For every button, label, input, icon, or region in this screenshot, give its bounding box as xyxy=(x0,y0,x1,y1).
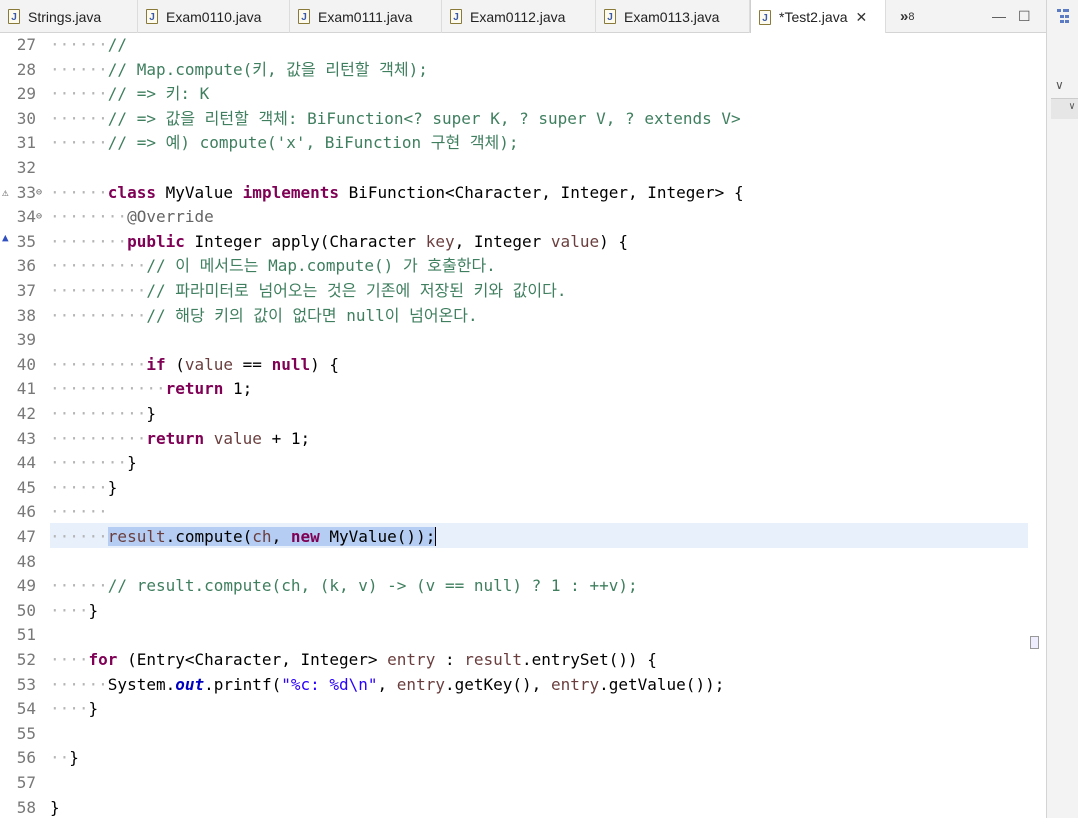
code-line-45: ······} xyxy=(50,477,118,497)
line-number: 37 xyxy=(16,281,36,300)
line-number: 41 xyxy=(16,379,36,399)
code-line-29: ······// => 키: K xyxy=(50,84,210,104)
java-file-icon: J xyxy=(8,9,20,24)
editor-tab-bar: J Strings.java J Exam0110.java J Exam011… xyxy=(0,0,1046,34)
code-line-42: ··········} xyxy=(50,404,156,423)
line-number: 35 xyxy=(16,231,36,251)
line-number: 49 xyxy=(16,576,36,596)
warning-icon[interactable]: ⚠ xyxy=(2,181,9,206)
code-line-41: ············return 1; xyxy=(50,379,253,399)
line-number: 53 xyxy=(16,674,36,694)
code-line-49: ······// result.compute(ch, (k, v) -> (v… xyxy=(50,576,638,596)
code-line-43: ··········return value + 1; xyxy=(50,428,311,448)
line-number: 44 xyxy=(16,453,36,473)
java-file-icon: J xyxy=(146,9,158,24)
java-file-icon: J xyxy=(604,9,616,24)
line-number: 27 xyxy=(16,35,36,54)
code-line-44: ········} xyxy=(50,453,137,473)
overflow-chevron-icon: » xyxy=(900,8,909,25)
code-line-50: ····} xyxy=(50,600,99,620)
line-number: 32 xyxy=(16,158,36,177)
minimize-icon[interactable]: — xyxy=(992,8,1006,24)
code-line-53: ······System.out.printf("%c: %d\n", entr… xyxy=(50,674,725,694)
tab-label: Exam0113.java xyxy=(624,8,720,25)
code-line-40: ··········if (value == null) { xyxy=(50,354,339,374)
line-number: 52 xyxy=(16,650,36,669)
code-line-37: ··········// 파라미터로 넘어오는 것은 기존에 저장된 키와 값이… xyxy=(50,281,567,300)
java-file-icon: J xyxy=(759,9,771,25)
tab-label: Exam0112.java xyxy=(470,8,566,25)
line-number: 58 xyxy=(16,797,36,817)
line-number: 38 xyxy=(16,305,36,325)
code-line-34: ········@Override xyxy=(50,207,214,227)
code-line-52: ····for (Entry<Character, Integer> entry… xyxy=(50,650,657,669)
line-number: 39 xyxy=(16,330,36,350)
fold-collapse-icon[interactable]: ⊖ xyxy=(36,181,42,206)
line-number: 40 xyxy=(16,354,36,374)
java-file-icon: J xyxy=(298,9,310,24)
tab-label: Strings.java xyxy=(28,8,102,25)
tab-strings-java[interactable]: J Strings.java xyxy=(0,0,138,33)
maximize-icon[interactable]: ☐ xyxy=(1018,8,1031,25)
tab-exam0113-java[interactable]: J Exam0113.java xyxy=(596,0,750,33)
line-number: 54 xyxy=(16,699,36,719)
code-line-30: ······// => 값을 리턴할 객체: BiFunction<? supe… xyxy=(50,108,741,128)
code-line-46: ······ xyxy=(50,502,108,522)
code-line-35: ········public Integer apply(Character k… xyxy=(50,231,628,251)
line-number: 50 xyxy=(16,600,36,620)
override-marker-icon[interactable]: ▲ xyxy=(2,226,9,251)
line-number: 51 xyxy=(16,625,36,645)
line-number: 34 xyxy=(16,207,36,227)
right-side-panel: ∨ ∨ xyxy=(1046,0,1078,818)
tab-label: *Test2.java xyxy=(779,9,848,25)
chevron-down-icon[interactable]: ∨ xyxy=(1055,78,1064,92)
code-line-54: ····} xyxy=(50,699,99,719)
line-number: 56 xyxy=(16,748,36,768)
tab-label: Exam0111.java xyxy=(318,8,413,25)
code-line-58: } xyxy=(50,797,60,817)
tab-exam0111-java[interactable]: J Exam0111.java xyxy=(290,0,442,33)
tab-exam0112-java[interactable]: J Exam0112.java xyxy=(442,0,596,33)
line-number: 46 xyxy=(16,502,36,522)
code-line-38: ··········// 해당 키의 값이 없다면 null이 넘어온다. xyxy=(50,305,478,325)
line-number: 30 xyxy=(16,108,36,128)
code-line-28: ······// Map.compute(키, 값을 리턴할 객체); xyxy=(50,59,428,79)
code-line-56: ··} xyxy=(50,748,79,768)
line-number: 55 xyxy=(16,723,36,743)
line-number: 31 xyxy=(16,133,36,153)
code-editor[interactable]: 27 28 29 30 31 32 33 34 35 36 37 38 39 4… xyxy=(0,33,1046,818)
code-line-36: ··········// 이 메서드는 Map.compute() 가 호출한다… xyxy=(50,256,496,276)
line-number: 48 xyxy=(16,551,36,571)
line-number: 42 xyxy=(16,404,36,423)
java-file-icon: J xyxy=(450,9,462,24)
close-tab-icon[interactable]: ✕ xyxy=(855,9,867,26)
overflow-count: 8 xyxy=(908,10,915,23)
tab-label: Exam0110.java xyxy=(166,8,262,25)
fold-collapse-icon[interactable]: ⊖ xyxy=(36,205,42,230)
code-line-47: ······result.compute(ch, new MyValue()); xyxy=(50,527,437,546)
overview-ruler-marker[interactable] xyxy=(1030,636,1039,649)
line-number: 29 xyxy=(16,84,36,104)
line-number: 45 xyxy=(16,477,36,497)
chevron-down-icon: ∨ xyxy=(1069,101,1076,112)
line-number: 47 xyxy=(16,527,36,546)
tab-exam0110-java[interactable]: J Exam0110.java xyxy=(138,0,290,33)
code-line-27: ······// xyxy=(50,35,128,54)
line-number: 36 xyxy=(16,256,36,276)
line-number: 28 xyxy=(16,59,36,79)
code-line-31: ······// => 예) compute('x', BiFunction 구… xyxy=(50,133,519,153)
tab-test2-java[interactable]: J *Test2.java ✕ xyxy=(750,0,886,34)
text-cursor xyxy=(435,527,437,546)
line-number: 57 xyxy=(16,773,36,792)
panel-scroll-area[interactable]: ∨ xyxy=(1051,98,1078,119)
line-number: 43 xyxy=(16,428,36,448)
outline-view-icon[interactable] xyxy=(1056,8,1070,24)
line-number: 33 xyxy=(16,182,36,202)
code-line-33: ······class MyValue implements BiFunctio… xyxy=(50,182,744,202)
tab-overflow-button[interactable]: » 8 xyxy=(900,0,914,33)
